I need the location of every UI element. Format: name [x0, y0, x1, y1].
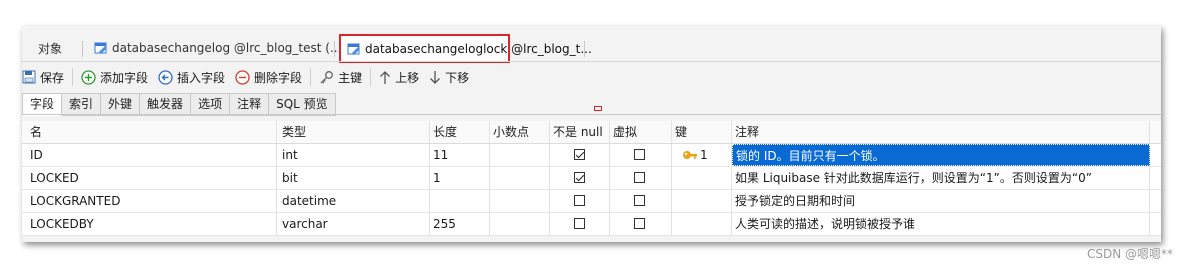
field-length-cell[interactable]: [430, 190, 490, 212]
virtual-checkbox[interactable]: [634, 172, 645, 183]
tab-label: 对象: [38, 41, 63, 56]
field-type-cell[interactable]: bit: [277, 167, 430, 189]
tab-strip-divider: [22, 61, 1161, 62]
highlight-marker: [594, 106, 602, 111]
virtual-checkbox[interactable]: [634, 149, 645, 160]
move-up-button[interactable]: 上移: [374, 65, 424, 89]
field-name-cell[interactable]: LOCKGRANTED: [22, 190, 277, 212]
tab-databasechangeloglock[interactable]: databasechangeloglock @lrc_blog_t...: [339, 34, 592, 63]
move-down-button[interactable]: 下移: [424, 65, 474, 89]
tab-label: databasechangelog @lrc_blog_test (...: [112, 41, 342, 55]
toolbar-divider: [310, 68, 312, 86]
tab-label: databasechangeloglock @lrc_blog_t...: [365, 41, 592, 56]
field-decimal-cell[interactable]: [490, 190, 550, 212]
table-design-icon: [347, 42, 361, 56]
table-design-icon: [94, 41, 108, 55]
tab-divider: [334, 41, 335, 57]
subtab-divider: [22, 114, 1161, 115]
column-header-key[interactable]: 键: [672, 121, 732, 143]
virtual-cell: [610, 167, 672, 189]
not-null-cell: [550, 144, 610, 166]
save-button[interactable]: 保存: [22, 65, 69, 89]
insert-field-button[interactable]: 插入字段: [153, 65, 230, 89]
virtual-cell: [610, 144, 672, 166]
minus-circle-icon: [235, 69, 250, 85]
watermark: CSDN @嗯嗯**: [1086, 247, 1173, 261]
field-length-cell[interactable]: 11: [430, 144, 490, 166]
field-type-cell[interactable]: int: [277, 144, 430, 166]
subtab-fields[interactable]: 字段: [22, 93, 63, 116]
table-row[interactable]: ID int 11 1 锁的 ID。目前只有一个锁。: [22, 144, 1161, 167]
field-decimal-cell[interactable]: [490, 167, 550, 189]
column-header-comment[interactable]: 注释: [732, 121, 1150, 143]
not-null-checkbox[interactable]: [574, 172, 585, 183]
save-icon: [22, 70, 36, 84]
grid-header: 名 类型 长度 小数点 不是 null 虚拟 键 注释: [22, 121, 1161, 144]
field-type-cell[interactable]: varchar: [277, 213, 430, 235]
field-decimal-cell[interactable]: [490, 213, 550, 235]
subtab-sql-preview[interactable]: SQL 预览: [269, 93, 336, 116]
not-null-checkbox[interactable]: [574, 218, 585, 229]
column-header-type[interactable]: 类型: [277, 121, 430, 143]
virtual-checkbox[interactable]: [634, 195, 645, 206]
not-null-checkbox[interactable]: [574, 149, 585, 160]
arrow-down-icon: [429, 70, 441, 85]
virtual-cell: [610, 190, 672, 212]
subtab-indexes[interactable]: 索引: [62, 93, 102, 116]
column-header-decimal[interactable]: 小数点: [490, 121, 550, 143]
subtab-comment[interactable]: 注释: [230, 93, 270, 116]
arrow-up-icon: [379, 70, 391, 85]
field-name-cell[interactable]: LOCKED: [22, 167, 277, 189]
tab-objects[interactable]: 对象: [32, 35, 68, 61]
not-null-cell: [550, 167, 610, 189]
tab-bar: 对象 databasechangelog @lrc_blog_test (...…: [22, 34, 1161, 63]
table-row[interactable]: LOCKEDBY varchar 255 人类可读的描述，说明锁被授予谁: [22, 213, 1161, 236]
key-cell[interactable]: 1: [672, 144, 732, 166]
field-comment-cell[interactable]: 人类可读的描述，说明锁被授予谁: [732, 213, 1150, 235]
subtab-triggers[interactable]: 触发器: [140, 93, 192, 116]
insert-arrow-icon: [158, 69, 173, 85]
table-designer-window: 对象 databasechangelog @lrc_blog_test (...…: [22, 26, 1161, 242]
column-header-not-null[interactable]: 不是 null: [550, 121, 610, 143]
table-row[interactable]: LOCKED bit 1 如果 Liquibase 针对此数据库运行，则设置为“…: [22, 167, 1161, 190]
tab-databasechangelog[interactable]: databasechangelog @lrc_blog_test (...: [88, 35, 347, 61]
fields-grid: 名 类型 长度 小数点 不是 null 虚拟 键 注释 ID int 11 1 …: [22, 121, 1161, 236]
toolbar-divider: [370, 68, 372, 86]
field-length-cell[interactable]: 1: [430, 167, 490, 189]
field-name-cell[interactable]: ID: [22, 144, 277, 166]
column-header-virtual[interactable]: 虚拟: [610, 121, 672, 143]
field-comment-cell[interactable]: 如果 Liquibase 针对此数据库运行，则设置为“1”。否则设置为“0”: [732, 167, 1150, 189]
key-icon: [319, 70, 334, 85]
not-null-checkbox[interactable]: [574, 195, 585, 206]
toolbar-divider: [72, 68, 74, 86]
primary-key-icon: [682, 148, 698, 166]
tab-divider: [82, 41, 83, 57]
tab-divider: [584, 41, 585, 57]
add-field-button[interactable]: 添加字段: [76, 65, 153, 89]
column-header-length[interactable]: 长度: [430, 121, 490, 143]
subtab-foreign-keys[interactable]: 外键: [101, 93, 141, 116]
column-header-name[interactable]: 名: [22, 121, 277, 143]
field-comment-cell[interactable]: 锁的 ID。目前只有一个锁。: [732, 144, 1150, 166]
designer-subtabs: 字段 索引 外键 触发器 选项 注释 SQL 预览: [22, 93, 336, 116]
field-length-cell[interactable]: 255: [430, 213, 490, 235]
delete-field-button[interactable]: 删除字段: [230, 65, 307, 89]
field-comment-cell[interactable]: 授予锁定的日期和时间: [732, 190, 1150, 212]
not-null-cell: [550, 213, 610, 235]
table-row[interactable]: LOCKGRANTED datetime 授予锁定的日期和时间: [22, 190, 1161, 213]
field-decimal-cell[interactable]: [490, 144, 550, 166]
virtual-cell: [610, 213, 672, 235]
key-order: 1: [700, 148, 708, 162]
field-name-cell[interactable]: LOCKEDBY: [22, 213, 277, 235]
plus-circle-icon: [81, 69, 96, 85]
field-type-cell[interactable]: datetime: [277, 190, 430, 212]
key-cell[interactable]: [672, 167, 732, 189]
key-cell[interactable]: [672, 190, 732, 212]
toolbar: 保存 添加字段 插入字段 删除字段 主键 上移 下移: [22, 63, 1161, 91]
primary-key-button[interactable]: 主键: [314, 65, 367, 89]
virtual-checkbox[interactable]: [634, 218, 645, 229]
subtab-options[interactable]: 选项: [191, 93, 231, 116]
not-null-cell: [550, 190, 610, 212]
key-cell[interactable]: [672, 213, 732, 235]
